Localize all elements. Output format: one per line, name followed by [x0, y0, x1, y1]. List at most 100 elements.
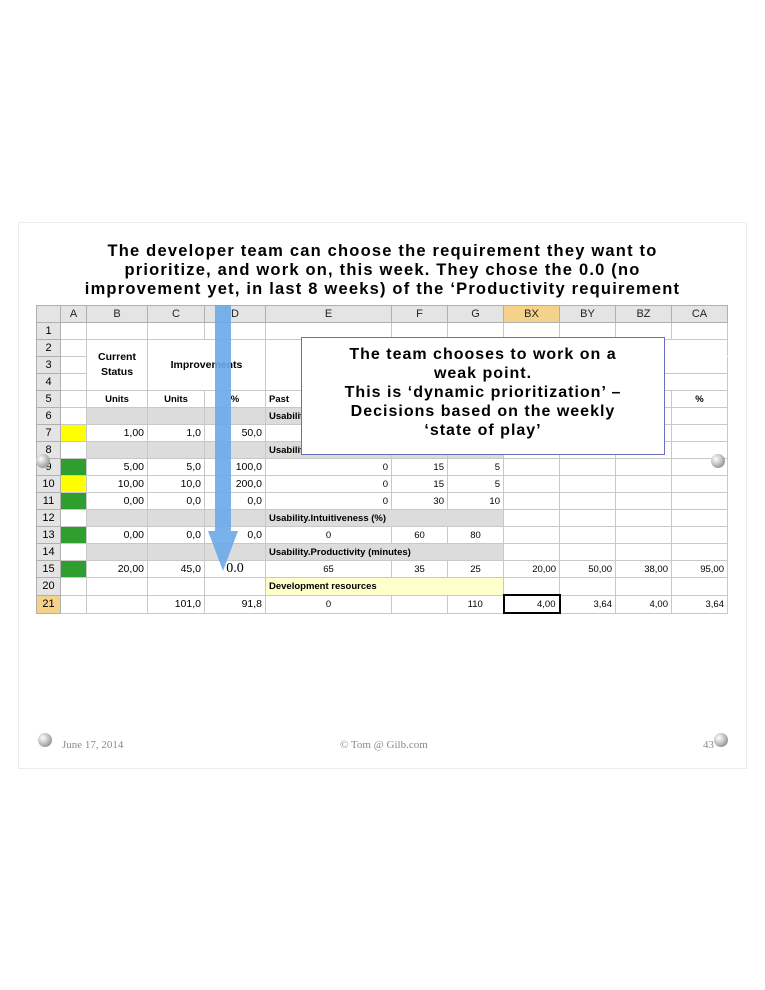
cell[interactable]: 91,8 [204, 594, 266, 614]
cell[interactable] [503, 543, 560, 561]
cell[interactable]: 80 [447, 526, 504, 544]
intuitiveness-label[interactable]: Usability.Intuitiveness (%) [265, 509, 504, 527]
cell[interactable]: 50,00 [559, 560, 616, 578]
cell[interactable] [147, 509, 205, 527]
development-resources-label[interactable]: Development resources [265, 577, 504, 596]
cell[interactable]: 95,00 [671, 560, 728, 578]
cell[interactable]: 10 [447, 492, 504, 510]
cell[interactable]: 5,00 [86, 458, 148, 476]
row-header[interactable]: 20 [36, 577, 61, 596]
cell[interactable]: 3,64 [559, 594, 616, 614]
cell[interactable]: 1,0 [147, 424, 205, 442]
cell[interactable]: 0,0 [147, 526, 205, 544]
cell[interactable] [559, 475, 616, 493]
cell[interactable]: 0,00 [86, 526, 148, 544]
cell[interactable] [559, 526, 616, 544]
row-header[interactable]: 1 [36, 322, 61, 340]
cell[interactable]: 20,00 [86, 560, 148, 578]
status-cell[interactable] [60, 458, 87, 476]
cell[interactable] [615, 509, 672, 527]
cell[interactable] [559, 492, 616, 510]
cell[interactable]: 0,00 [86, 492, 148, 510]
cell[interactable] [671, 407, 728, 425]
row-header[interactable]: 15 [36, 560, 61, 578]
row-header[interactable]: 21 [36, 594, 61, 614]
cell[interactable]: 5 [447, 458, 504, 476]
status-cell[interactable] [60, 492, 87, 510]
cell[interactable] [86, 509, 148, 527]
cell[interactable] [503, 492, 560, 510]
units-header-c[interactable]: Units [147, 390, 205, 408]
col-header-e[interactable]: E [265, 305, 392, 323]
cell[interactable] [503, 577, 560, 596]
cell[interactable] [671, 475, 728, 493]
cell[interactable] [60, 373, 87, 391]
cell[interactable]: 65 [265, 560, 392, 578]
col-header-f[interactable]: F [391, 305, 448, 323]
row-header[interactable]: 10 [36, 475, 61, 493]
row-header[interactable]: 12 [36, 509, 61, 527]
col-header-ca[interactable]: CA [671, 305, 728, 323]
cell[interactable] [391, 594, 448, 614]
col-header-bz[interactable]: BZ [615, 305, 672, 323]
cell[interactable]: 0 [265, 594, 392, 614]
row-header[interactable]: 14 [36, 543, 61, 561]
cell[interactable] [60, 509, 87, 527]
col-header-g[interactable]: G [447, 305, 504, 323]
cell[interactable] [60, 322, 87, 340]
row-header[interactable]: 3 [36, 356, 61, 374]
cell[interactable]: 1,00 [86, 424, 148, 442]
cell[interactable] [671, 526, 728, 544]
cell[interactable] [559, 509, 616, 527]
cell[interactable] [147, 543, 205, 561]
col-header-bx[interactable]: BX [503, 305, 560, 323]
row-header[interactable]: 13 [36, 526, 61, 544]
selected-cell[interactable]: 4,00 [502, 594, 561, 614]
cell[interactable]: 0,0 [147, 492, 205, 510]
current-status-header[interactable]: Current Status [86, 339, 148, 391]
corner-cell[interactable] [36, 305, 61, 323]
cell[interactable] [671, 577, 728, 596]
cell[interactable] [147, 322, 205, 340]
cell[interactable]: 60 [391, 526, 448, 544]
cell[interactable]: 110 [447, 594, 504, 614]
productivity-label[interactable]: Usability.Productivity (minutes) [265, 543, 504, 561]
cell[interactable] [86, 441, 148, 459]
cell[interactable]: 15 [391, 475, 448, 493]
cell[interactable] [60, 594, 87, 614]
col-header-c[interactable]: C [147, 305, 205, 323]
cell[interactable] [147, 441, 205, 459]
cell[interactable]: 15 [391, 458, 448, 476]
cell[interactable]: 0 [265, 475, 392, 493]
cell[interactable]: 35 [391, 560, 448, 578]
cell[interactable] [559, 458, 616, 476]
cell[interactable] [615, 577, 672, 596]
status-cell[interactable] [60, 424, 87, 442]
cell[interactable]: 25 [447, 560, 504, 578]
improvements-header[interactable]: Improvements [147, 339, 266, 391]
cell[interactable] [147, 577, 205, 596]
cell[interactable] [671, 492, 728, 510]
cell[interactable] [615, 543, 672, 561]
cell[interactable]: 101,0 [147, 594, 205, 614]
cell[interactable] [204, 577, 266, 596]
cell[interactable]: 0 [265, 458, 392, 476]
row-header[interactable]: 7 [36, 424, 61, 442]
cell[interactable] [60, 339, 87, 357]
cell[interactable] [86, 543, 148, 561]
cell[interactable] [615, 475, 672, 493]
cell[interactable] [671, 543, 728, 561]
col-header-by[interactable]: BY [559, 305, 616, 323]
status-cell[interactable] [60, 475, 87, 493]
cell[interactable] [60, 356, 87, 374]
cell[interactable] [60, 543, 87, 561]
cell[interactable] [86, 322, 148, 340]
pct-header-ca[interactable]: % [671, 390, 728, 408]
cell[interactable] [60, 407, 87, 425]
cell[interactable] [60, 390, 87, 408]
col-header-a[interactable]: A [60, 305, 87, 323]
cell[interactable] [86, 594, 148, 614]
cell[interactable]: 0 [265, 526, 392, 544]
cell[interactable] [615, 458, 672, 476]
cell[interactable]: 5 [447, 475, 504, 493]
